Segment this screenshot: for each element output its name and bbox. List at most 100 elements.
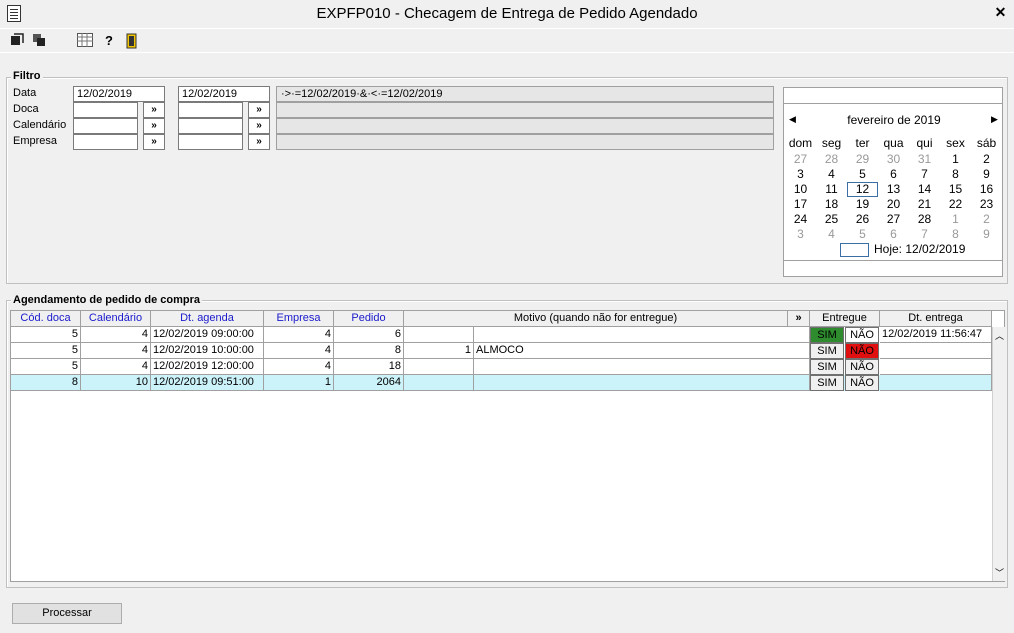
calendar-day[interactable]: 1 <box>940 212 971 226</box>
copy-icon[interactable] <box>31 33 47 49</box>
calendar-day[interactable]: 31 <box>909 152 940 166</box>
calendario-to-lookup-button[interactable]: » <box>248 118 270 134</box>
calendar-day[interactable]: 27 <box>878 212 909 226</box>
export-icon[interactable] <box>9 33 25 49</box>
nao-button[interactable]: NÃO <box>845 375 879 391</box>
table-row[interactable]: 5 4 12/02/2019 10:00:00 4 8 1 ALMOCO SIM NÃO <box>11 343 992 359</box>
today-link[interactable]: Hoje: 12/02/2019 <box>874 242 965 256</box>
empresa-from-lookup-button[interactable]: » <box>143 134 165 150</box>
nao-button[interactable]: NÃO <box>845 327 879 343</box>
data-from-input[interactable]: 12/02/2019 <box>73 86 165 102</box>
doca-from-lookup-button[interactable]: » <box>143 102 165 118</box>
calendar-day[interactable]: 24 <box>785 212 816 226</box>
table-row[interactable]: 5 4 12/02/2019 09:00:00 4 6 12/02/2019 11:56:… <box>11 327 992 343</box>
cell-motivo-cod[interactable] <box>404 375 474 391</box>
nao-button[interactable]: NÃO <box>845 359 879 375</box>
calendar-day[interactable]: 29 <box>847 152 878 166</box>
calendar-day[interactable]: 3 <box>785 167 816 181</box>
sim-button[interactable]: SIM <box>810 327 844 343</box>
date-picker-calendar[interactable]: ◀ fevereiro de 2019 ▶ dom seg ter qua qui sex… <box>783 87 1003 277</box>
schedule-grid[interactable]: Cód. doca Calendário Dt. agenda Empresa … <box>10 310 1005 582</box>
col-header-empresa[interactable]: Empresa <box>264 311 334 327</box>
calendar-day[interactable]: 25 <box>816 212 847 226</box>
calendar-day[interactable]: 7 <box>909 167 940 181</box>
calendar-day[interactable]: 12 <box>847 182 878 197</box>
calendar-day[interactable]: 5 <box>847 227 878 241</box>
calendar-day[interactable]: 8 <box>940 167 971 181</box>
calendar-day[interactable]: 13 <box>878 182 909 196</box>
calendar-day[interactable]: 6 <box>878 227 909 241</box>
calendar-day[interactable]: 28 <box>909 212 940 226</box>
empresa-to-input[interactable] <box>178 134 243 150</box>
calendar-day[interactable]: 16 <box>971 182 1002 196</box>
calendar-day[interactable]: 30 <box>878 152 909 166</box>
calendar-day[interactable]: 8 <box>940 227 971 241</box>
doca-to-input[interactable] <box>178 102 243 118</box>
calendar-day[interactable]: 23 <box>971 197 1002 211</box>
calendar-day[interactable]: 9 <box>971 227 1002 241</box>
calendar-day[interactable]: 2 <box>971 152 1002 166</box>
calendar-day[interactable]: 19 <box>847 197 878 211</box>
vertical-scrollbar[interactable]: ︿ ﹀ <box>992 327 1005 581</box>
scroll-down-icon[interactable]: ﹀ <box>995 566 1004 579</box>
doca-to-lookup-button[interactable]: » <box>248 102 270 118</box>
doca-from-input[interactable] <box>73 102 138 118</box>
col-header-pedido[interactable]: Pedido <box>334 311 404 327</box>
cell-motivo[interactable] <box>474 359 810 375</box>
cell-motivo-cod[interactable] <box>404 327 474 343</box>
calendario-to-input[interactable] <box>178 118 243 134</box>
col-header-motivo[interactable]: Motivo (quando não for entregue) <box>404 311 788 327</box>
cell-motivo[interactable]: ALMOCO <box>474 343 810 359</box>
col-header-motivo-lookup[interactable]: » <box>788 311 810 327</box>
calendar-day[interactable]: 4 <box>816 227 847 241</box>
calendar-day[interactable]: 17 <box>785 197 816 211</box>
calendar-day[interactable]: 28 <box>816 152 847 166</box>
grid-icon[interactable] <box>77 33 93 49</box>
calendar-day[interactable]: 3 <box>785 227 816 241</box>
help-icon[interactable]: ? <box>101 33 117 49</box>
cell-motivo[interactable] <box>474 327 810 343</box>
calendar-day[interactable]: 26 <box>847 212 878 226</box>
close-button[interactable]: ✕ <box>991 4 1010 21</box>
calendar-day[interactable]: 21 <box>909 197 940 211</box>
calendar-day[interactable]: 18 <box>816 197 847 211</box>
calendar-day[interactable]: 11 <box>816 182 847 196</box>
cell-motivo-cod[interactable] <box>404 359 474 375</box>
calendar-day[interactable]: 20 <box>878 197 909 211</box>
calendar-day[interactable]: 7 <box>909 227 940 241</box>
calendar-day[interactable]: 9 <box>971 167 1002 181</box>
calendar-day[interactable]: 2 <box>971 212 1002 226</box>
calendar-day[interactable]: 5 <box>847 167 878 181</box>
calendario-from-lookup-button[interactable]: » <box>143 118 165 134</box>
calendario-from-input[interactable] <box>73 118 138 134</box>
cell-motivo[interactable] <box>474 375 810 391</box>
scroll-up-icon[interactable]: ︿ <box>995 329 1004 342</box>
sim-button[interactable]: SIM <box>810 375 844 391</box>
calendar-day[interactable]: 6 <box>878 167 909 181</box>
calendar-day[interactable]: 1 <box>940 152 971 166</box>
nao-button[interactable]: NÃO <box>845 343 879 359</box>
calendar-day[interactable]: 4 <box>816 167 847 181</box>
sim-button[interactable]: SIM <box>810 343 844 359</box>
calendar-day[interactable]: 15 <box>940 182 971 196</box>
calendar-day[interactable]: 14 <box>909 182 940 196</box>
prev-month-icon[interactable]: ◀ <box>789 114 796 125</box>
calendar-day[interactable]: 27 <box>785 152 816 166</box>
cell-motivo-cod[interactable]: 1 <box>404 343 474 359</box>
next-month-icon[interactable]: ▶ <box>991 114 998 125</box>
sim-button[interactable]: SIM <box>810 359 844 375</box>
process-button[interactable]: Processar <box>12 603 122 624</box>
col-header-entregue[interactable]: Entregue <box>810 311 880 327</box>
data-to-input[interactable]: 12/02/2019 <box>178 86 270 102</box>
calendar-day[interactable]: 22 <box>940 197 971 211</box>
col-header-cod-doca[interactable]: Cód. doca <box>11 311 81 327</box>
exit-door-icon[interactable] <box>124 33 140 49</box>
col-header-calendario[interactable]: Calendário <box>81 311 151 327</box>
col-header-dt-entrega[interactable]: Dt. entrega <box>880 311 992 327</box>
empresa-from-input[interactable] <box>73 134 138 150</box>
empresa-to-lookup-button[interactable]: » <box>248 134 270 150</box>
table-row[interactable]: 8 10 12/02/2019 09:51:00 1 2064 SIM NÃO <box>11 375 992 391</box>
table-row[interactable]: 5 4 12/02/2019 12:00:00 4 18 SIM NÃO <box>11 359 992 375</box>
calendar-day[interactable]: 10 <box>785 182 816 196</box>
col-header-dt-agenda[interactable]: Dt. agenda <box>151 311 264 327</box>
